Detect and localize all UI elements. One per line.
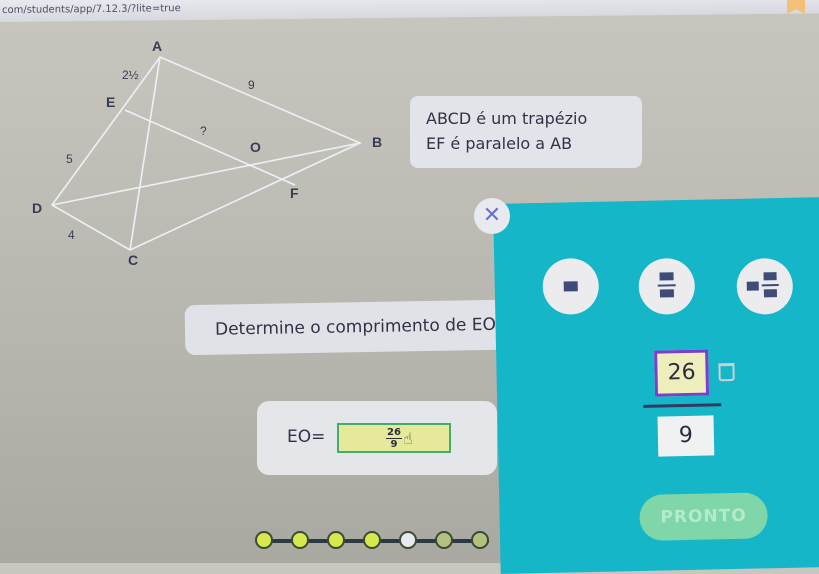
length-ae-label: 2½ (122, 68, 139, 82)
mixed-denominator-icon (763, 289, 778, 298)
length-ab-label: 9 (248, 78, 255, 92)
fraction-bar-icon (657, 284, 676, 287)
mixed-numerator-icon (763, 272, 777, 281)
point-b-label: B (372, 134, 383, 150)
progress-step (327, 531, 345, 549)
diagonal-db (51, 142, 361, 206)
progress-step (291, 531, 309, 549)
progress-step (255, 531, 273, 549)
point-c-label: C (128, 252, 139, 268)
point-o-label: O (250, 139, 261, 155)
url-text: com/students/app/7.12.3/?lite=true (2, 3, 181, 16)
integer-box-icon (563, 281, 578, 292)
answer-label: EO= (287, 427, 326, 447)
length-ed-label: 5 (66, 152, 73, 166)
browser-url-bar[interactable]: com/students/app/7.12.3/?lite=true (0, 0, 819, 23)
progress-step (471, 531, 489, 549)
close-icon[interactable]: ✕ (474, 198, 510, 234)
answer-input[interactable]: 26 9 ☝ (337, 423, 451, 453)
hand-cursor-icon: ☝ (403, 429, 413, 448)
length-dc-label: 4 (68, 228, 75, 242)
numerator-input[interactable]: 26 (654, 349, 710, 397)
fraction-keypad: 26 9 PRONTO (493, 196, 819, 574)
diagonal-ac (129, 56, 161, 251)
info-line-2: EF é paralelo a AB (426, 134, 573, 153)
mixed-bar-icon (761, 284, 779, 287)
trapezoid-outline (50, 56, 362, 251)
problem-info-box: ABCD é um trapézio EF é paralelo a AB (410, 96, 642, 168)
denominator-input[interactable]: 9 (657, 415, 715, 457)
point-f-label: F (290, 185, 299, 201)
fraction-numerator-icon (659, 272, 674, 281)
trapezoid-figure: A B C D E F O 2½ 9 ? 5 4 (0, 30, 420, 290)
progress-step-current (399, 531, 417, 549)
integer-mode-button[interactable] (542, 257, 600, 315)
progress-indicator (255, 527, 495, 557)
pronto-button[interactable]: PRONTO (639, 492, 769, 541)
length-eo-label: ? (200, 124, 207, 138)
trash-icon[interactable] (718, 362, 735, 382)
question-text: Determine o comprimento de EO. (214, 314, 501, 340)
progress-step (435, 531, 453, 549)
point-a-label: A (152, 38, 163, 54)
answer-numerator: 26 (387, 427, 401, 438)
answer-denominator: 9 (390, 439, 398, 450)
point-d-label: D (32, 200, 43, 216)
fraction-denominator-icon (659, 289, 674, 298)
answer-fraction: 26 9 (385, 427, 403, 450)
point-e-label: E (106, 94, 116, 110)
mixed-whole-icon (746, 281, 759, 291)
fraction-mode-button[interactable] (638, 257, 696, 315)
info-line-1: ABCD é um trapézio (426, 109, 588, 128)
answer-panel: EO= 26 9 ☝ (257, 401, 497, 475)
progress-step (363, 531, 381, 549)
editor-fraction-bar (643, 403, 722, 408)
trapezoid-diagram (50, 56, 362, 251)
mixed-number-mode-button[interactable] (736, 257, 794, 315)
